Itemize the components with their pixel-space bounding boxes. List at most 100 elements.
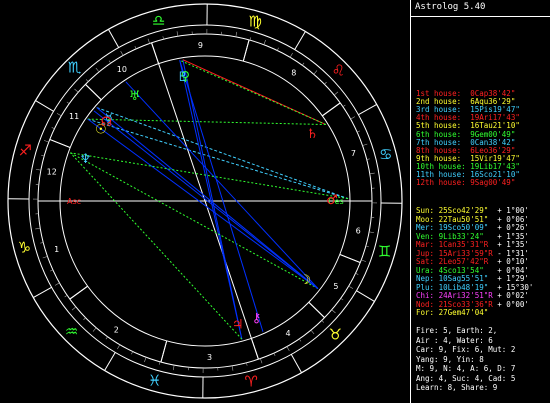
degree-tick — [331, 309, 336, 314]
degree-tick — [176, 31, 179, 37]
degree-tick — [310, 329, 315, 335]
house-number: 11 — [69, 112, 79, 121]
aspect-line — [182, 59, 327, 126]
element-stat: Air : 4, Water: 6 — [416, 335, 493, 345]
degree-tick — [85, 79, 89, 82]
chiron-icon: ⚷ — [252, 311, 262, 326]
degree-tick — [51, 127, 55, 130]
node-icon: ☊ — [101, 115, 113, 130]
house-number: 10 — [117, 65, 127, 74]
house-cusp-line — [250, 338, 259, 360]
aspect-line — [87, 118, 319, 290]
house-cusp-line — [308, 301, 325, 318]
degree-tick — [120, 50, 124, 56]
house-number: 5 — [333, 282, 338, 291]
sign-boundary — [35, 100, 54, 112]
degree-tick — [321, 320, 325, 323]
title-rule — [411, 16, 550, 17]
zodiac-sign-icon: ♐ — [19, 142, 32, 160]
degree-tick — [276, 47, 279, 51]
sign-boundary — [290, 354, 303, 373]
house-cusp-line — [69, 285, 88, 300]
degree-tick — [92, 327, 97, 332]
sign-boundary — [107, 29, 120, 48]
degree-tick — [117, 344, 121, 350]
sign-boundary — [294, 31, 306, 50]
degree-tick — [172, 365, 175, 371]
aspect-line — [125, 81, 319, 289]
element-stat: Fire: 5, Earth: 2, — [416, 326, 498, 335]
degree-tick — [64, 295, 68, 298]
planet-name: For: — [416, 308, 439, 317]
sign-boundary — [356, 290, 375, 302]
mars-icon: ♂ — [326, 193, 338, 208]
asc-label: Asc — [67, 197, 81, 206]
element-stat: Car: 9, Fix: 6, Mut: 2 — [416, 345, 516, 354]
degree-tick — [235, 31, 238, 37]
zodiac-sign-icon: ♊ — [378, 242, 391, 260]
degree-tick — [286, 346, 290, 352]
house-number: 8 — [291, 69, 296, 78]
aspect-line — [70, 152, 243, 340]
degree-tick — [108, 60, 111, 64]
degree-tick — [40, 242, 44, 244]
degree-tick — [340, 298, 344, 301]
degree-tick — [35, 227, 41, 230]
degree-tick — [333, 91, 339, 96]
element-stat: Yang: 9, Yin: 8 — [416, 354, 484, 364]
aspect-line — [93, 110, 319, 290]
degree-tick — [366, 158, 370, 160]
house-cusp-line — [85, 84, 102, 101]
window-title: Astrolog 5.40 — [415, 2, 486, 12]
house-number: 1 — [54, 245, 59, 254]
degree-tick — [71, 306, 77, 311]
sign-boundary — [104, 352, 116, 371]
degree-tick — [361, 259, 367, 262]
uranus-icon: ♅ — [129, 89, 141, 104]
zodiac-sign-icon: ♎ — [152, 11, 165, 29]
element-stat: M: 9, N: 4, A: 6, D: 7 — [416, 364, 516, 373]
house-cusp-line — [49, 138, 71, 149]
degree-tick — [369, 172, 375, 175]
degree-tick — [50, 269, 53, 272]
degree-tick — [260, 358, 263, 364]
degree-tick — [289, 52, 293, 58]
aspect-line — [96, 107, 319, 290]
degree-tick — [83, 317, 86, 321]
aspect-line — [179, 60, 243, 340]
degree-tick — [324, 81, 327, 85]
element-stat: Ang: 4, Suc: 4, Cad: 5 — [416, 373, 516, 383]
house-cusp-line — [322, 102, 341, 117]
house-row: 12th house: 9Sag00'49" — [416, 179, 515, 187]
house-number: 3 — [207, 353, 212, 362]
degree-tick — [131, 351, 134, 355]
degree-tick — [105, 336, 108, 340]
house-cusps — [38, 39, 372, 363]
degree-tick — [342, 104, 346, 107]
degree-tick — [369, 231, 375, 234]
moon-icon: ☽ — [300, 273, 312, 288]
aspect-line — [70, 152, 319, 290]
house-number: 12 — [47, 168, 57, 177]
zodiac-sign-icon: ♌ — [332, 62, 345, 80]
degree-tick — [147, 38, 150, 44]
zodiac-sign-icon: ♋ — [379, 146, 392, 164]
planet-speed: + 0°00' — [497, 299, 529, 309]
house-number: 4 — [286, 329, 291, 338]
degree-tick — [134, 46, 137, 49]
degree-tick — [313, 70, 318, 75]
degree-tick — [350, 116, 356, 120]
house-number: 6 — [356, 226, 361, 235]
degree-tick — [348, 285, 354, 289]
degree-tick — [246, 362, 248, 366]
degree-tick — [299, 338, 302, 342]
aspect-lines — [70, 59, 349, 340]
house-cusp-line — [151, 42, 160, 64]
degree-tick — [66, 101, 70, 104]
element-stat: Learn: 8, Share: 9 — [416, 383, 498, 392]
house-label: 12th house: — [416, 178, 471, 188]
degree-tick — [54, 282, 60, 286]
degree-tick — [162, 36, 164, 40]
degree-tick — [144, 357, 147, 363]
zodiac-sign-icon: ♒ — [65, 322, 78, 340]
